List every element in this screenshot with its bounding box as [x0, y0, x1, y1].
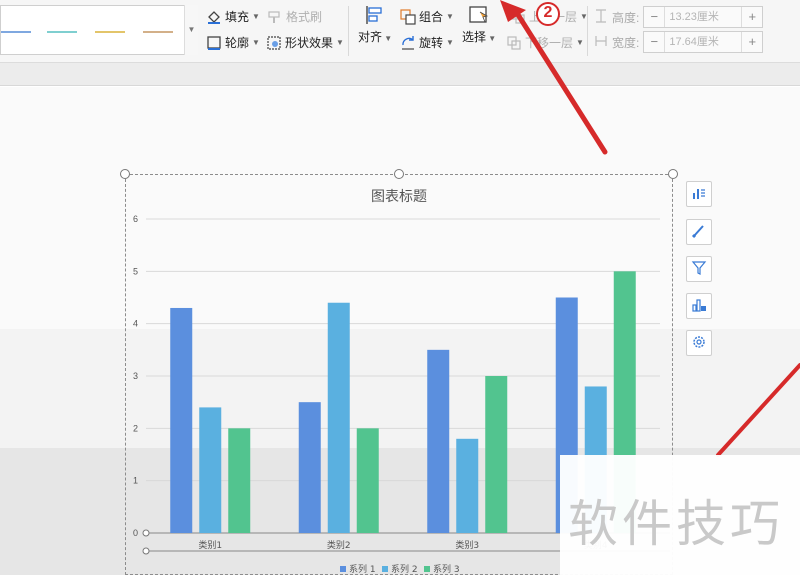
- watermark-text: 软件技巧: [568, 495, 784, 553]
- step-badge-number: 2: [543, 4, 553, 21]
- annotation-arrow-lower-icon: [716, 363, 800, 457]
